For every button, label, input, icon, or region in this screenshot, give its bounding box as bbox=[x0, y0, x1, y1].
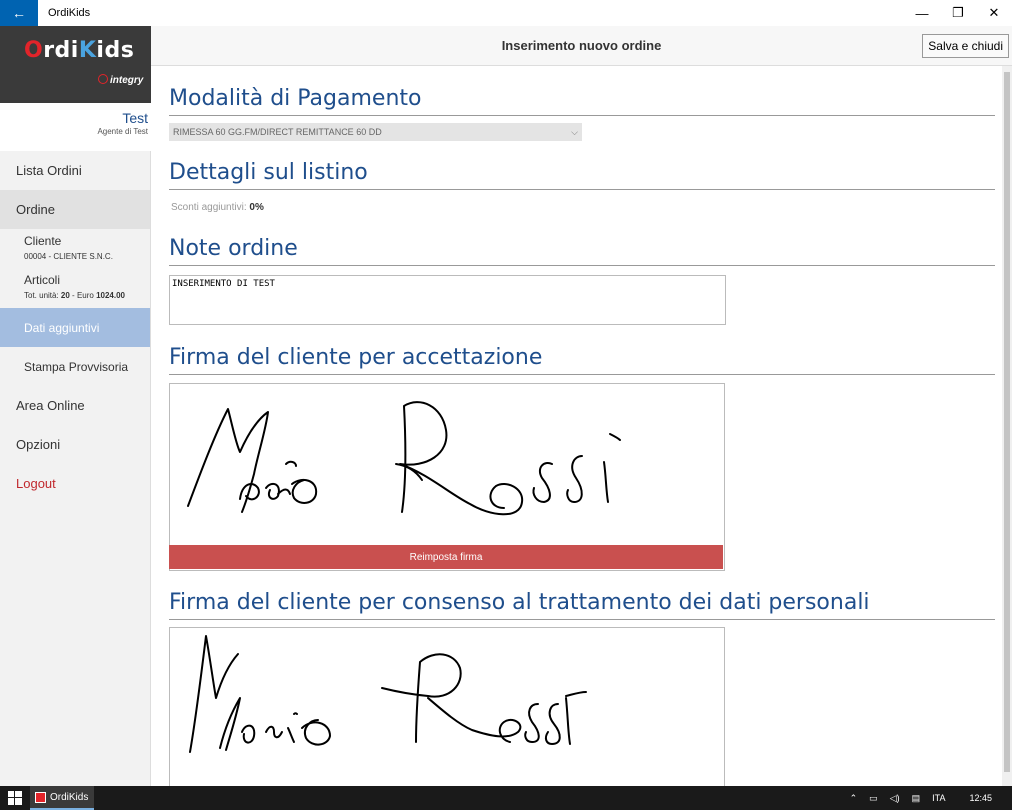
restore-icon: ❐ bbox=[952, 5, 964, 20]
chevron-up-icon[interactable]: ⌃ bbox=[850, 793, 858, 804]
user-info: Test Agente di Test bbox=[0, 103, 151, 151]
network-icon[interactable]: ▭ bbox=[869, 793, 878, 804]
back-arrow-icon: ← bbox=[12, 5, 26, 21]
minimize-icon: — bbox=[915, 5, 929, 21]
firma2-section-title: Firma del cliente per consenso al tratta… bbox=[169, 590, 870, 615]
payment-select-value: RIMESSA 60 GG.FM/DIRECT REMITTANCE 60 DD bbox=[173, 127, 382, 137]
note-section-title: Note ordine bbox=[169, 236, 298, 261]
window-controls: — ❐ ✕ bbox=[904, 0, 1012, 26]
logo: OrdiKids integry bbox=[0, 26, 151, 103]
page-title: Inserimento nuovo ordine bbox=[501, 38, 662, 53]
ordikids-logo: OrdiKids bbox=[24, 38, 135, 63]
signature-pad-privacy[interactable] bbox=[169, 627, 725, 786]
divider bbox=[169, 265, 995, 266]
nav-ordine[interactable]: Ordine bbox=[0, 190, 150, 229]
taskbar-app-ordikids[interactable]: OrdiKids bbox=[30, 786, 94, 810]
chevron-down-icon: ⌵ bbox=[571, 126, 578, 137]
divider bbox=[169, 115, 995, 116]
scrollbar-thumb[interactable] bbox=[1004, 72, 1010, 772]
title-bar: ← OrdiKids — ❐ ✕ bbox=[0, 0, 1012, 26]
nav-dati-aggiuntivi[interactable]: Dati aggiuntivi bbox=[0, 308, 150, 347]
nav-cliente[interactable]: Cliente 00004 - CLIENTE S.N.C. bbox=[0, 229, 150, 269]
taskbar-app-label: OrdiKids bbox=[50, 791, 89, 803]
taskbar: OrdiKids ⌃ ▭ ◁) ▤ ITA 12:45 bbox=[0, 786, 1012, 810]
close-button[interactable]: ✕ bbox=[976, 0, 1012, 26]
payment-select[interactable]: RIMESSA 60 GG.FM/DIRECT REMITTANCE 60 DD… bbox=[169, 123, 582, 141]
sconti-aggiuntivi: Sconti aggiuntivi: 0% bbox=[171, 202, 264, 213]
system-tray: ⌃ ▭ ◁) ▤ ITA 12:45 bbox=[844, 786, 1012, 810]
listino-section-title: Dettagli sul listino bbox=[169, 160, 368, 185]
vertical-scrollbar[interactable] bbox=[1002, 66, 1012, 786]
user-name: Test bbox=[122, 110, 148, 126]
divider bbox=[169, 374, 995, 375]
nav-cliente-label: Cliente bbox=[24, 234, 62, 248]
divider bbox=[169, 189, 995, 190]
reset-signature-button[interactable]: Reimposta firma bbox=[169, 545, 723, 569]
nav-lista-ordini[interactable]: Lista Ordini bbox=[0, 151, 150, 190]
clock[interactable]: 12:45 bbox=[969, 793, 992, 803]
nav-area-online[interactable]: Area Online bbox=[0, 386, 150, 425]
nav-articoli-label: Articoli bbox=[24, 273, 61, 287]
nav-articoli-detail: Tot. unità: 20 - Euro 1024.00 bbox=[24, 291, 125, 300]
nav-opzioni[interactable]: Opzioni bbox=[0, 425, 150, 464]
minimize-button[interactable]: — bbox=[904, 0, 940, 26]
sidebar: OrdiKids integry Test Agente di Test Lis… bbox=[0, 26, 151, 786]
language-indicator[interactable]: ITA bbox=[932, 793, 945, 803]
app-title: OrdiKids bbox=[48, 7, 91, 19]
note-textarea[interactable]: INSERIMENTO DI TEST bbox=[169, 275, 726, 325]
firma1-section-title: Firma del cliente per accettazione bbox=[169, 345, 543, 370]
nav-articoli[interactable]: Articoli Tot. unità: 20 - Euro 1024.00 bbox=[0, 269, 150, 308]
nav-cliente-detail: 00004 - CLIENTE S.N.C. bbox=[24, 252, 113, 261]
nav-stampa-provvisoria[interactable]: Stampa Provvisoria bbox=[0, 347, 150, 386]
save-and-close-button[interactable]: Salva e chiudi bbox=[922, 34, 1009, 58]
main-content: Modalità di Pagamento RIMESSA 60 GG.FM/D… bbox=[151, 66, 1002, 786]
signature-drawing bbox=[187, 401, 621, 516]
user-role: Agente di Test bbox=[97, 127, 148, 136]
integry-logo: integry bbox=[98, 74, 143, 86]
signature-pad-acceptance[interactable] bbox=[169, 383, 725, 571]
nav-logout[interactable]: Logout bbox=[0, 464, 150, 503]
ordikids-app-icon bbox=[35, 791, 46, 803]
back-button[interactable]: ← bbox=[0, 0, 38, 26]
payment-section-title: Modalità di Pagamento bbox=[169, 86, 422, 111]
signature-drawing bbox=[189, 635, 587, 753]
action-center-icon[interactable]: ▤ bbox=[912, 793, 921, 804]
divider bbox=[169, 619, 995, 620]
page-header: Inserimento nuovo ordine Salva e chiudi bbox=[151, 26, 1012, 66]
restore-button[interactable]: ❐ bbox=[940, 0, 976, 26]
volume-icon[interactable]: ◁) bbox=[890, 793, 900, 804]
windows-start-icon[interactable] bbox=[0, 786, 30, 810]
close-icon: ✕ bbox=[988, 5, 1000, 20]
